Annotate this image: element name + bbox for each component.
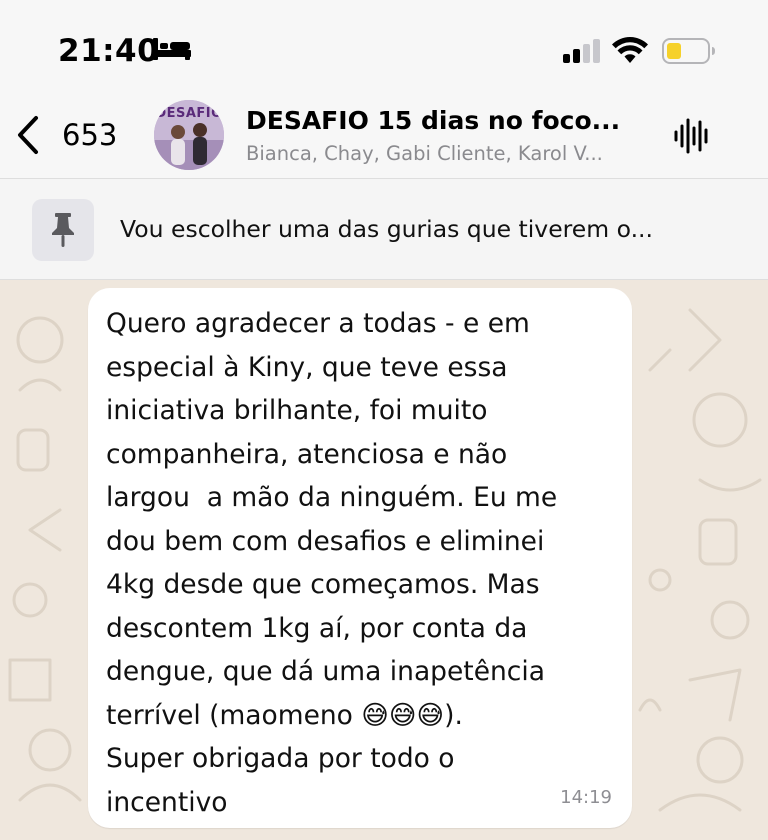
pin-icon-box bbox=[32, 199, 94, 261]
group-avatar[interactable]: DESAFIO bbox=[154, 100, 224, 170]
pin-icon bbox=[52, 213, 74, 247]
message-timestamp: 14:19 bbox=[560, 787, 612, 808]
status-bar: 21:40 bbox=[0, 0, 768, 92]
avatar-text: DESAFIO bbox=[155, 106, 223, 121]
chat-title[interactable]: DESAFIO 15 dias no foco... bbox=[246, 106, 646, 135]
cellular-signal-icon bbox=[563, 39, 600, 63]
voice-chat-icon[interactable] bbox=[672, 116, 712, 156]
pinned-message-text: Vou escolher uma das gurias que tiverem … bbox=[120, 215, 653, 243]
message-text: Quero agradecer a todas - e em especial … bbox=[106, 308, 558, 818]
chat-header: 653 DESAFIO DESAFIO 15 dias no foco... B… bbox=[0, 92, 768, 178]
wifi-icon bbox=[612, 37, 648, 63]
chat-participants[interactable]: Bianca, Chay, Gabi Cliente, Karol V... bbox=[246, 142, 656, 165]
chevron-left-icon bbox=[18, 116, 38, 154]
battery-low-icon bbox=[662, 38, 715, 64]
bed-icon bbox=[153, 38, 191, 60]
unread-count: 653 bbox=[62, 118, 118, 152]
chat-area[interactable]: Quero agradecer a todas - e em especial … bbox=[0, 280, 768, 840]
message-bubble[interactable]: Quero agradecer a todas - e em especial … bbox=[88, 288, 632, 828]
back-button[interactable]: 653 bbox=[14, 114, 134, 156]
status-time: 21:40 bbox=[58, 33, 160, 69]
pinned-message-bar[interactable]: Vou escolher uma das gurias que tiverem … bbox=[0, 178, 768, 280]
